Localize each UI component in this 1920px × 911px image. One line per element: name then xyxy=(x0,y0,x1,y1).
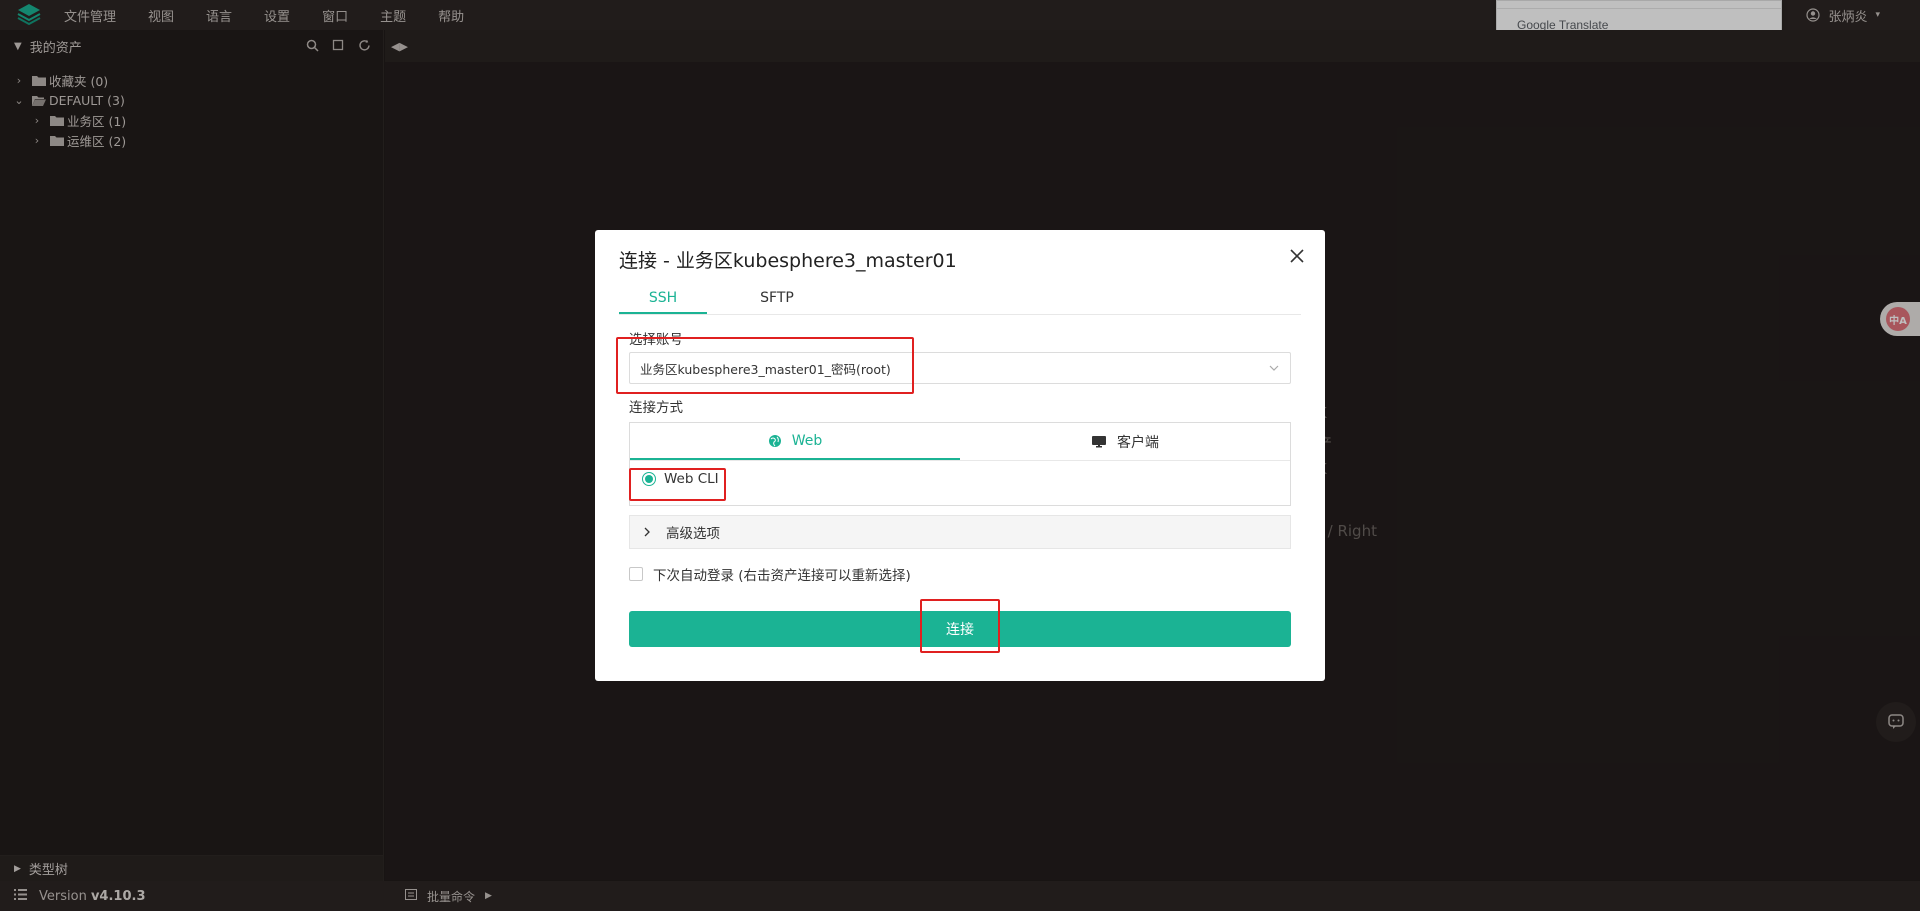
globe-icon xyxy=(768,434,781,447)
tab-sftp[interactable]: SFTP xyxy=(733,285,821,314)
dialog-title: 连接 - 业务区kubesphere3_master01 xyxy=(619,250,957,272)
auto-login-option[interactable]: 下次自动登录 (右击资产连接可以重新选择) xyxy=(629,564,911,584)
method-label: 连接方式 xyxy=(629,400,683,416)
monitor-icon xyxy=(1092,435,1106,447)
tab-ssh[interactable]: SSH xyxy=(619,285,707,314)
chevron-down-icon xyxy=(1269,365,1279,371)
protocol-tabs: SSH SFTP xyxy=(619,285,1301,315)
auto-login-label: 下次自动登录 (右击资产连接可以重新选择) xyxy=(653,568,911,584)
connection-method-box: Web 客户端 Web CLI xyxy=(629,422,1291,506)
tab-web[interactable]: Web xyxy=(630,423,960,460)
advanced-options-label: 高级选项 xyxy=(666,526,720,542)
tab-client[interactable]: 客户端 xyxy=(960,423,1290,460)
auto-login-checkbox[interactable] xyxy=(629,567,643,581)
advanced-options-toggle[interactable]: 高级选项 xyxy=(629,515,1291,549)
connection-method-tabs: Web 客户端 xyxy=(630,423,1290,461)
highlight-account xyxy=(616,337,914,394)
highlight-connect xyxy=(920,599,1000,653)
highlight-web-cli xyxy=(629,468,726,501)
close-icon[interactable] xyxy=(1287,246,1307,266)
tab-web-label: Web xyxy=(791,432,823,449)
chevron-right-icon xyxy=(644,527,650,537)
tab-client-label: 客户端 xyxy=(1117,434,1159,451)
